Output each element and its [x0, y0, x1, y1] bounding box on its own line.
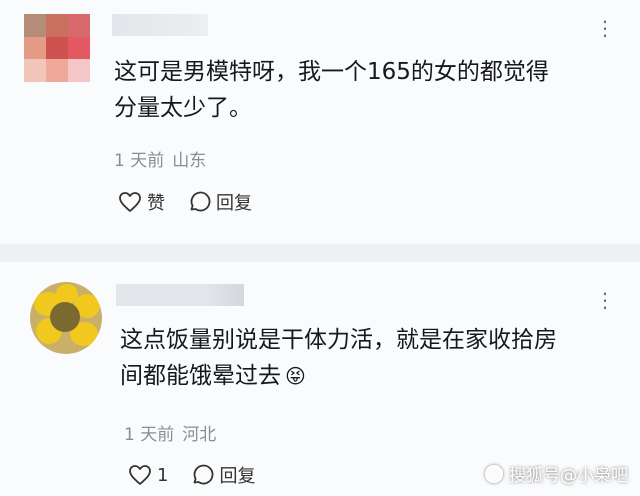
comment-actions: 1 回复	[128, 462, 255, 488]
comment-text-line: 这点饭量别说是干体力活，就是在家收拾房	[120, 327, 557, 353]
reply-label: 回复	[219, 466, 256, 487]
comment-card: ⋮ 这可是男模特呀，我一个165的女的都觉得 分量太少了。 1 天前 山东 赞 回…	[0, 0, 640, 244]
like-count: 1	[157, 464, 169, 486]
reply-button[interactable]: 回复	[190, 462, 255, 488]
reply-button[interactable]: 回复	[187, 189, 252, 215]
avatar[interactable]	[24, 14, 90, 82]
comment-location: 山东	[172, 151, 207, 171]
comment-text-line: 这可是男模特呀，我一个165的女的都觉得	[114, 59, 549, 85]
comment-meta: 1 天前 河北	[124, 420, 216, 445]
more-icon[interactable]: ⋮	[595, 290, 616, 310]
tongue-emoji-icon: 😝	[285, 364, 306, 388]
comment-time: 1 天前	[124, 425, 175, 445]
avatar-mosaic	[24, 14, 90, 82]
reply-label: 回复	[216, 193, 252, 214]
like-button[interactable]: 1	[128, 464, 168, 486]
sohu-logo-icon	[485, 464, 503, 483]
like-label: 赞	[147, 193, 165, 214]
comment-text-line: 间都能饿晕过去 😝	[120, 358, 557, 394]
comment-bubble-icon	[194, 464, 214, 485]
comment-actions: 赞 回复	[118, 189, 252, 215]
comment-time: 1 天前	[114, 151, 165, 171]
comment-location: 河北	[182, 425, 217, 445]
comment-meta: 1 天前 山东	[114, 146, 206, 171]
like-button[interactable]: 赞	[118, 189, 165, 215]
heart-icon	[129, 465, 151, 485]
username-redacted[interactable]	[116, 284, 244, 306]
comment-bubble-icon	[190, 191, 211, 212]
watermark: 搜狐号@小枭吧	[485, 461, 628, 486]
heart-icon	[119, 192, 141, 212]
username-redacted[interactable]	[112, 14, 208, 36]
comment-text: 这点饭量别说是干体力活，就是在家收拾房 间都能饿晕过去 😝	[120, 322, 557, 394]
more-icon[interactable]: ⋮	[595, 18, 616, 38]
comment-text-line: 分量太少了。	[114, 95, 252, 121]
watermark-text: 搜狐号@小枭吧	[509, 466, 628, 486]
comment-text-line-part: 间都能饿晕过去	[120, 363, 281, 389]
comment-text: 这可是男模特呀，我一个165的女的都觉得 分量太少了。	[114, 54, 549, 126]
avatar[interactable]	[30, 282, 102, 354]
